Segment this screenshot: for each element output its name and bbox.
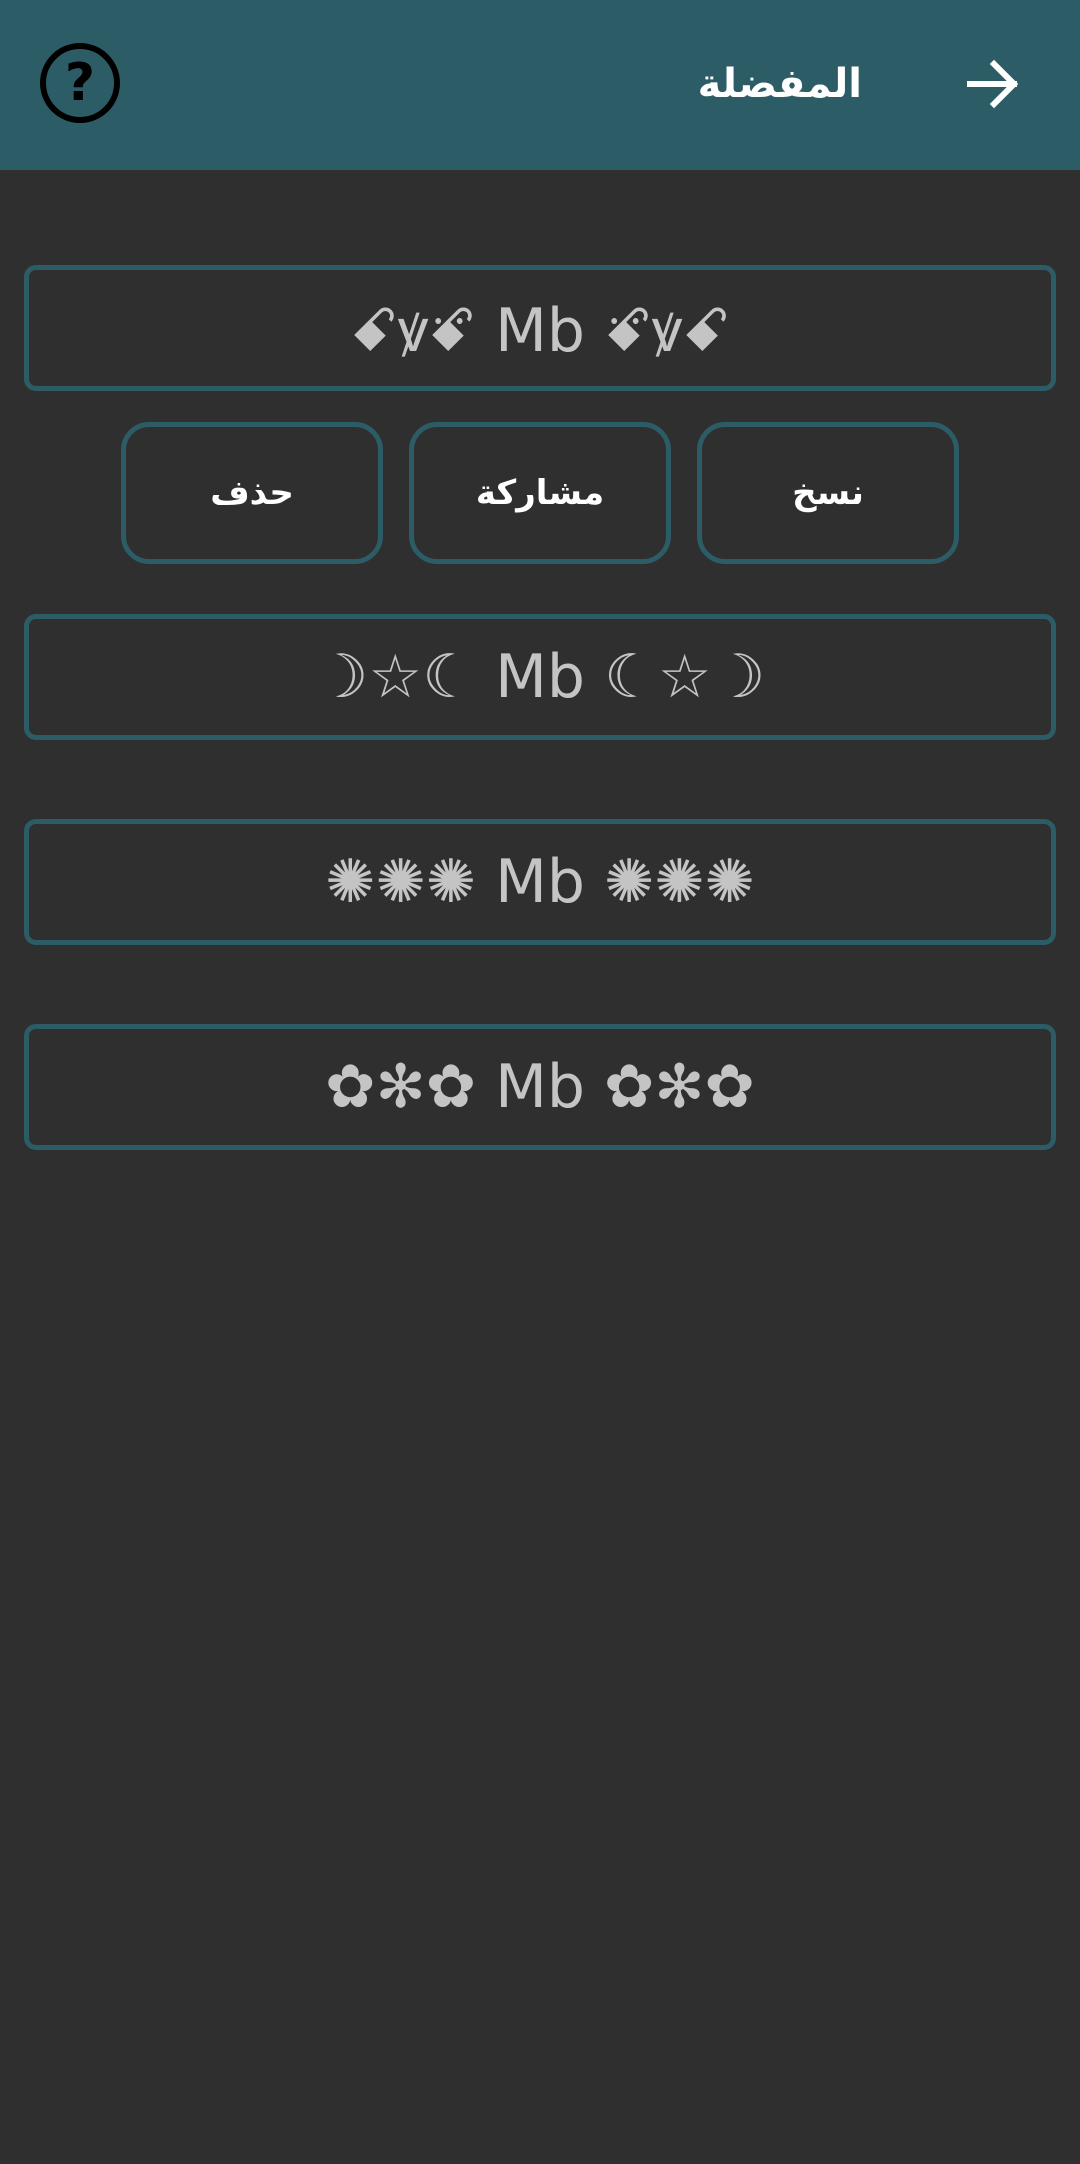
- back-arrow-icon[interactable]: [964, 54, 1024, 114]
- favorite-item[interactable]: ꗃꝟꗄ Mb ꗄꝟꗃ: [24, 265, 1056, 391]
- share-button[interactable]: مشاركة: [409, 422, 671, 564]
- favorite-item[interactable]: ☽☆☾ Mb ☾☆☽: [24, 614, 1056, 740]
- favorite-item[interactable]: ✺✺✺ Mb ✺✺✺: [24, 819, 1056, 945]
- app-bar: ? المفضلة: [0, 0, 1080, 170]
- copy-button[interactable]: نسخ: [697, 422, 959, 564]
- favorite-item[interactable]: ✿✻✿ Mb ✿✻✿: [24, 1024, 1056, 1150]
- help-icon[interactable]: ?: [40, 43, 120, 123]
- delete-button[interactable]: حذف: [121, 422, 383, 564]
- page-title: المفضلة: [697, 61, 862, 107]
